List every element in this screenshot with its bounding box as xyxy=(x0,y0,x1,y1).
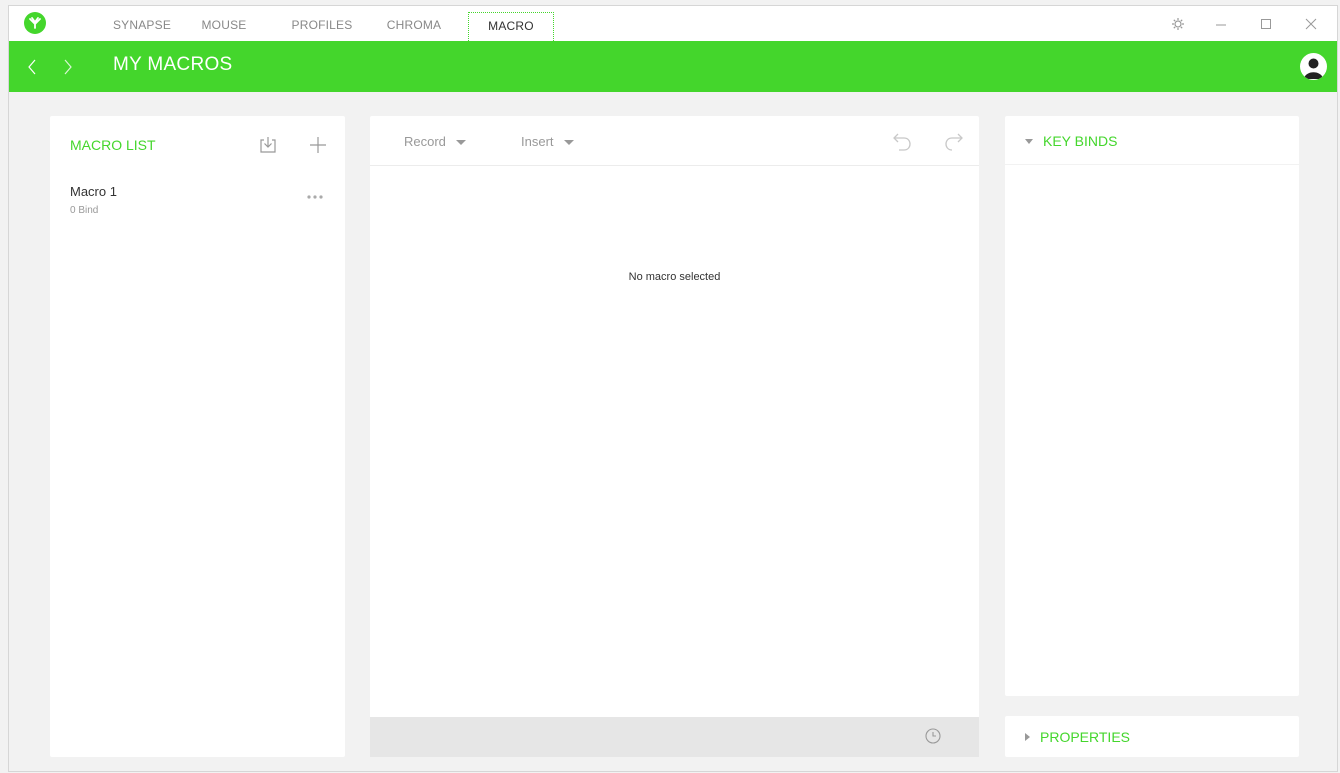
key-binds-header[interactable]: KEY BINDS xyxy=(1025,133,1117,149)
maximize-icon[interactable] xyxy=(1257,15,1275,33)
page-title: MY MACROS xyxy=(113,54,233,75)
list-item[interactable]: Macro 1 0 Bind xyxy=(50,168,345,228)
close-icon[interactable] xyxy=(1302,15,1320,33)
macro-name: Macro 1 xyxy=(70,184,117,199)
chevron-down-icon xyxy=(455,140,466,145)
page-header: MY MACROS xyxy=(9,41,1337,92)
tab-profiles[interactable]: PROFILES xyxy=(287,12,357,41)
chevron-down-icon xyxy=(1025,138,1033,144)
macro-list-title: MACRO LIST xyxy=(70,137,156,153)
tab-mouse[interactable]: MOUSE xyxy=(194,12,254,41)
macro-list-panel: MACRO LIST Macro 1 0 Bind xyxy=(50,116,345,757)
key-binds-panel: KEY BINDS xyxy=(1005,116,1299,696)
plus-icon[interactable] xyxy=(308,135,328,155)
properties-title: PROPERTIES xyxy=(1040,729,1130,745)
empty-state-message: No macro selected xyxy=(628,271,721,283)
redo-icon[interactable] xyxy=(942,129,966,153)
divider xyxy=(1005,164,1299,165)
editor-footer xyxy=(370,717,979,757)
macro-bind-count: 0 Bind xyxy=(70,205,99,216)
razer-logo-icon[interactable] xyxy=(24,12,46,34)
record-dropdown[interactable]: Record xyxy=(404,134,466,149)
macro-editor-panel: Record Insert No macro selected xyxy=(370,116,979,757)
tab-chroma[interactable]: CHROMA xyxy=(381,12,447,41)
undo-icon[interactable] xyxy=(890,129,914,153)
title-bar: SYNAPSE MOUSE PROFILES CHROMA MACRO xyxy=(9,6,1337,41)
gear-icon[interactable] xyxy=(1169,15,1187,33)
more-dots-icon[interactable] xyxy=(305,189,325,199)
record-label: Record xyxy=(404,134,446,149)
properties-header[interactable]: PROPERTIES xyxy=(1025,729,1130,745)
properties-panel: PROPERTIES xyxy=(1005,716,1299,757)
minimize-icon[interactable] xyxy=(1212,15,1230,33)
insert-dropdown[interactable]: Insert xyxy=(521,134,574,149)
insert-label: Insert xyxy=(521,134,554,149)
chevron-left-icon[interactable] xyxy=(26,58,38,76)
app-window: SYNAPSE MOUSE PROFILES CHROMA MACRO MY M… xyxy=(8,5,1338,772)
chevron-down-icon xyxy=(563,140,574,145)
clock-icon[interactable] xyxy=(924,727,942,745)
user-avatar-icon[interactable] xyxy=(1300,53,1327,80)
editor-toolbar: Record Insert xyxy=(370,116,979,166)
chevron-right-icon xyxy=(1025,733,1030,741)
chevron-right-icon[interactable] xyxy=(62,58,74,76)
tab-synapse[interactable]: SYNAPSE xyxy=(107,12,177,41)
key-binds-title: KEY BINDS xyxy=(1043,133,1118,149)
import-icon[interactable] xyxy=(258,135,278,155)
tab-macro[interactable]: MACRO xyxy=(468,12,554,41)
